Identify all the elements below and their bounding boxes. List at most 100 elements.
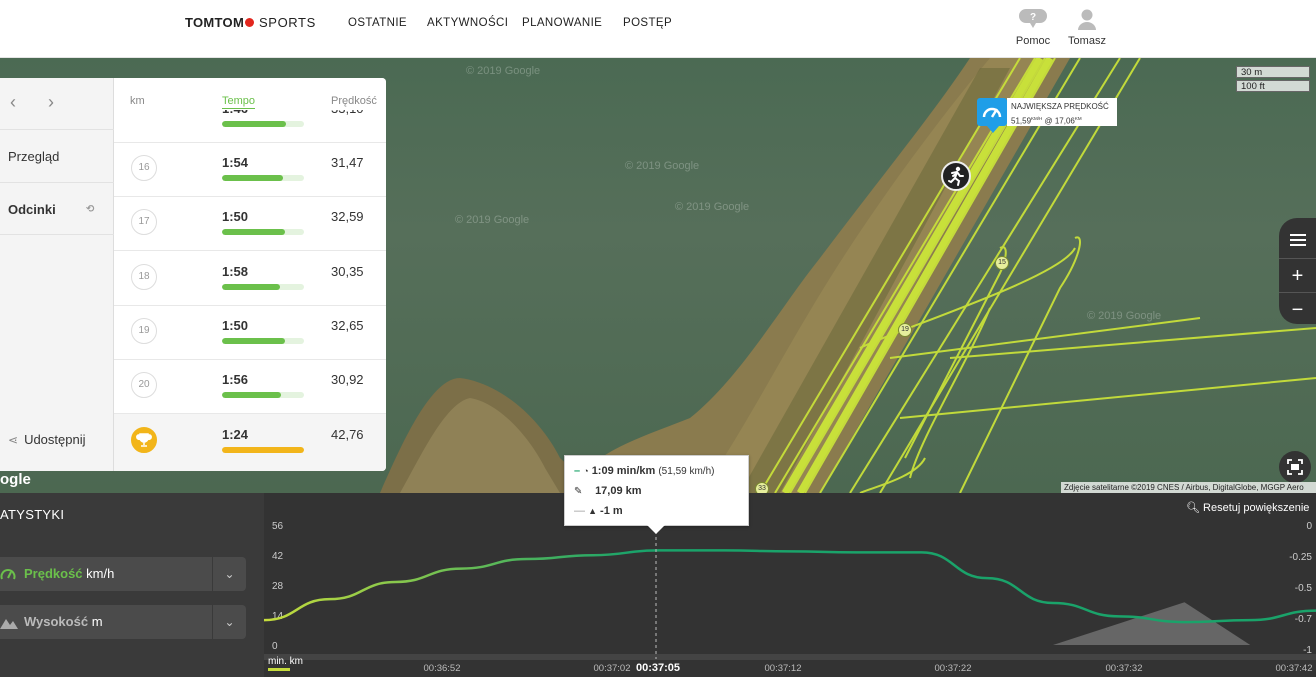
table-row-best[interactable]: 1:24 42,76 [114, 414, 386, 471]
nav-planowanie[interactable]: PLANOWANIE [522, 17, 602, 29]
lap-tempo-bar [222, 284, 304, 290]
time-tick-label: 00:37:42 [1276, 663, 1313, 674]
layers-icon [1289, 234, 1306, 246]
laps-table[interactable]: km Tempo Prędkość 1:46 33,10 16 1:54 31,… [114, 78, 386, 471]
logo-dot-icon [245, 18, 255, 27]
metric-altitude-label: Wysokość [24, 614, 89, 629]
table-row[interactable]: 16 1:54 31,47 [114, 142, 386, 197]
col-tempo[interactable]: Tempo [222, 95, 256, 109]
y-left-tick-label: 0 [272, 641, 278, 652]
max-speed-unit: KM/H [1031, 116, 1043, 121]
lap-speed: 32,59 [331, 209, 364, 224]
sidebar-item-odcinki[interactable]: Odcinki ⟲ [0, 182, 114, 235]
fit-screen-button[interactable] [1279, 451, 1311, 483]
logo-brand: TOMTOM [185, 15, 245, 30]
runner-icon[interactable] [941, 161, 971, 191]
laps-table-header: km Tempo Prędkość [114, 78, 386, 110]
metric-speed[interactable]: Prędkość km/h ⌄ [0, 557, 246, 591]
nav-postep[interactable]: POSTĘP [623, 17, 672, 29]
table-row[interactable]: 17 1:50 32,59 [114, 196, 386, 251]
tooltip-distance-row: ✎ 17,09 km [574, 485, 642, 499]
lap-tempo-bar [222, 121, 304, 127]
lap-speed: 30,35 [331, 264, 364, 279]
chart-legend-label: min. km [268, 656, 303, 667]
share-label: Udostępnij [24, 432, 86, 447]
layers-button[interactable] [1279, 224, 1316, 258]
reset-zoom-label: Resetuj powiększenie [1203, 502, 1310, 514]
lap-tempo-bar [222, 175, 304, 181]
pencil-icon: ✎ [574, 486, 583, 497]
max-speed-at-unit: KM [1074, 116, 1082, 121]
scale-metric: 30 m [1236, 66, 1310, 78]
zoom-in-button[interactable]: + [1279, 258, 1316, 292]
lap-tempo-bar [222, 447, 304, 453]
metric-speed-label: Prędkość [24, 566, 83, 581]
table-row[interactable]: 18 1:58 30,35 [114, 251, 386, 306]
user-button[interactable]: Tomasz [1065, 8, 1109, 47]
lap-number: 18 [131, 264, 157, 290]
chevron-down-icon[interactable]: ⌄ [212, 557, 246, 591]
y-right-tick-label: -0.7 [1295, 614, 1313, 625]
next-arrow-icon[interactable]: › [48, 92, 54, 113]
table-row[interactable]: 19 1:50 32,65 [114, 305, 386, 360]
metric-speed-unit: km/h [86, 566, 115, 581]
time-tick-label: 00:37:02 [594, 663, 631, 674]
chevron-down-icon[interactable]: ⌄ [212, 605, 246, 639]
lap-tempo: 1:56 [222, 372, 249, 387]
map-watermark: © 2019 Google [1087, 310, 1162, 322]
trophy-icon [131, 427, 157, 453]
reset-zoom-button[interactable]: 🔍︎ Resetuj powiększenie [1186, 501, 1309, 514]
zoom-out-button[interactable]: − [1279, 292, 1316, 326]
table-row[interactable]: 20 1:56 30,92 [114, 359, 386, 414]
lap-number: 16 [131, 155, 157, 181]
y-right-tick-label: 0 [1306, 521, 1312, 532]
zoom-icon: 🔍︎ [1186, 502, 1204, 514]
lap-speed: 30,92 [331, 372, 364, 387]
y-right-tick-label: -0.5 [1295, 583, 1313, 594]
lap-marker[interactable]: 33 [755, 482, 769, 493]
tooltip-pace-row: – ◔ 1:09 min/km (51,59 km/h) [574, 465, 714, 479]
help-button[interactable]: ? Pomoc [1013, 8, 1053, 47]
sidebar-item-przeglad[interactable]: Przegląd [0, 129, 114, 182]
y-right-tick-label: -1 [1303, 645, 1312, 656]
map-watermark: © 2019 Google [625, 160, 700, 172]
lap-tempo: 1:50 [222, 209, 249, 224]
max-speed-detail: 51,59KM/H @ 17,06KM [1011, 113, 1113, 128]
stats-metrics-panel: ATYSTYKI Prędkość km/h ⌄ Wysokość m ⌄ [0, 493, 264, 677]
map-watermark: © 2019 Google [466, 65, 541, 77]
mountain-icon [0, 619, 18, 629]
metric-altitude[interactable]: Wysokość m ⌄ [0, 605, 246, 639]
nav-ostatnie[interactable]: OSTATNIE [348, 17, 407, 29]
nav-aktywnosci[interactable]: AKTYWNOŚCI [427, 17, 508, 29]
time-tick-label: 00:37:22 [935, 663, 972, 674]
col-speed[interactable]: Prędkość [331, 95, 377, 107]
y-left-tick-label: 42 [272, 551, 284, 562]
max-speed-box: NAJWIĘKSZA PRĘDKOŚĆ 51,59KM/H @ 17,06KM [1007, 98, 1117, 126]
share-button[interactable]: ⋖ Udostępnij [8, 432, 86, 447]
top-header: TOMTOM SPORTS OSTATNIE AKTYWNOŚCI PLANOW… [0, 0, 1316, 58]
map-watermark: © 2019 Google [455, 214, 530, 226]
google-logo: ogle [0, 471, 31, 488]
svg-text:?: ? [1030, 12, 1036, 23]
tooltip-altitude-row: — ▲ -1 m [574, 505, 623, 519]
help-label: Pomoc [1015, 35, 1051, 47]
help-icon: ? [1018, 8, 1048, 30]
lap-marker[interactable]: 15 [995, 256, 1009, 270]
laps-icon: ⟲ [86, 204, 95, 215]
lap-tempo: 1:24 [222, 427, 249, 442]
speed-altitude-chart[interactable]: 564228140 0-0.25-0.5-0.7-1 00:36:52 00:37… [264, 493, 1316, 677]
pace-dash-icon: – [574, 465, 581, 477]
prev-arrow-icon[interactable]: ‹ [10, 92, 16, 113]
lap-marker[interactable]: 19 [898, 323, 912, 337]
tomtom-sports-logo[interactable]: TOMTOM SPORTS [185, 15, 316, 30]
speedometer-icon [977, 98, 1007, 133]
stats-title: ATYSTYKI [0, 507, 65, 522]
tooltip-pace: 1:09 min/km [591, 465, 656, 477]
logo-product: SPORTS [259, 15, 316, 30]
minus-icon: − [1291, 299, 1304, 321]
metric-altitude-unit: m [91, 614, 103, 629]
lap-tempo-bar [222, 392, 304, 398]
tooltip-distance: 17,09 km [595, 485, 642, 497]
timeline-track[interactable] [264, 654, 1316, 660]
lap-tempo: 1:58 [222, 264, 249, 279]
